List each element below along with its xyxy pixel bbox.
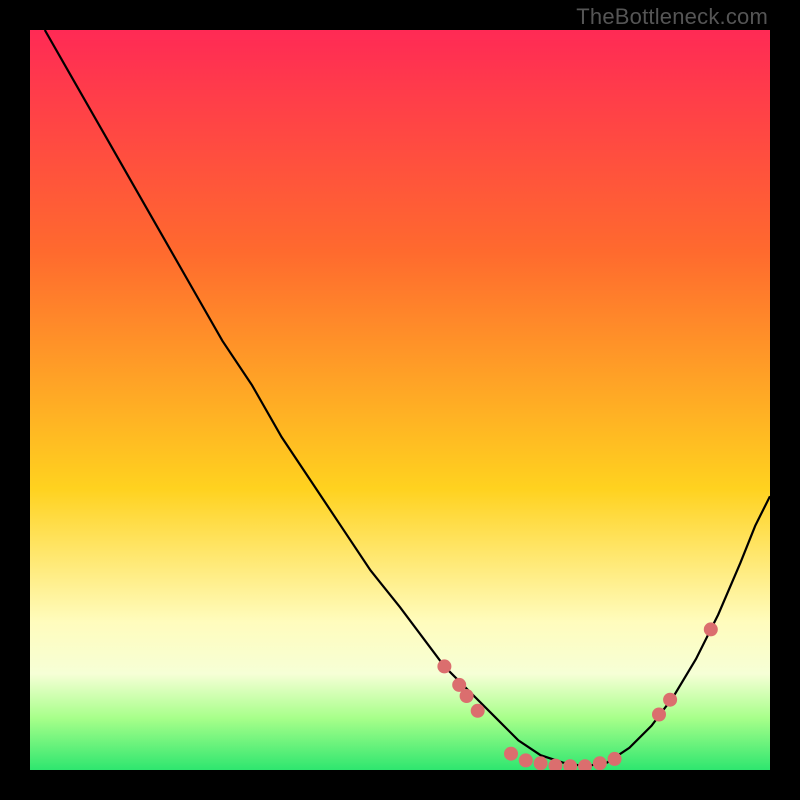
bottleneck-chart xyxy=(30,30,770,770)
data-dot xyxy=(593,756,607,770)
data-dot xyxy=(608,752,622,766)
gradient-background xyxy=(30,30,770,770)
data-dot xyxy=(704,622,718,636)
data-dot xyxy=(460,689,474,703)
data-dot xyxy=(471,704,485,718)
data-dot xyxy=(663,693,677,707)
data-dot xyxy=(504,747,518,761)
watermark-text: TheBottleneck.com xyxy=(576,4,768,30)
data-dot xyxy=(652,708,666,722)
data-dot xyxy=(519,753,533,767)
data-dot xyxy=(437,659,451,673)
chart-frame xyxy=(30,30,770,770)
data-dot xyxy=(534,756,548,770)
